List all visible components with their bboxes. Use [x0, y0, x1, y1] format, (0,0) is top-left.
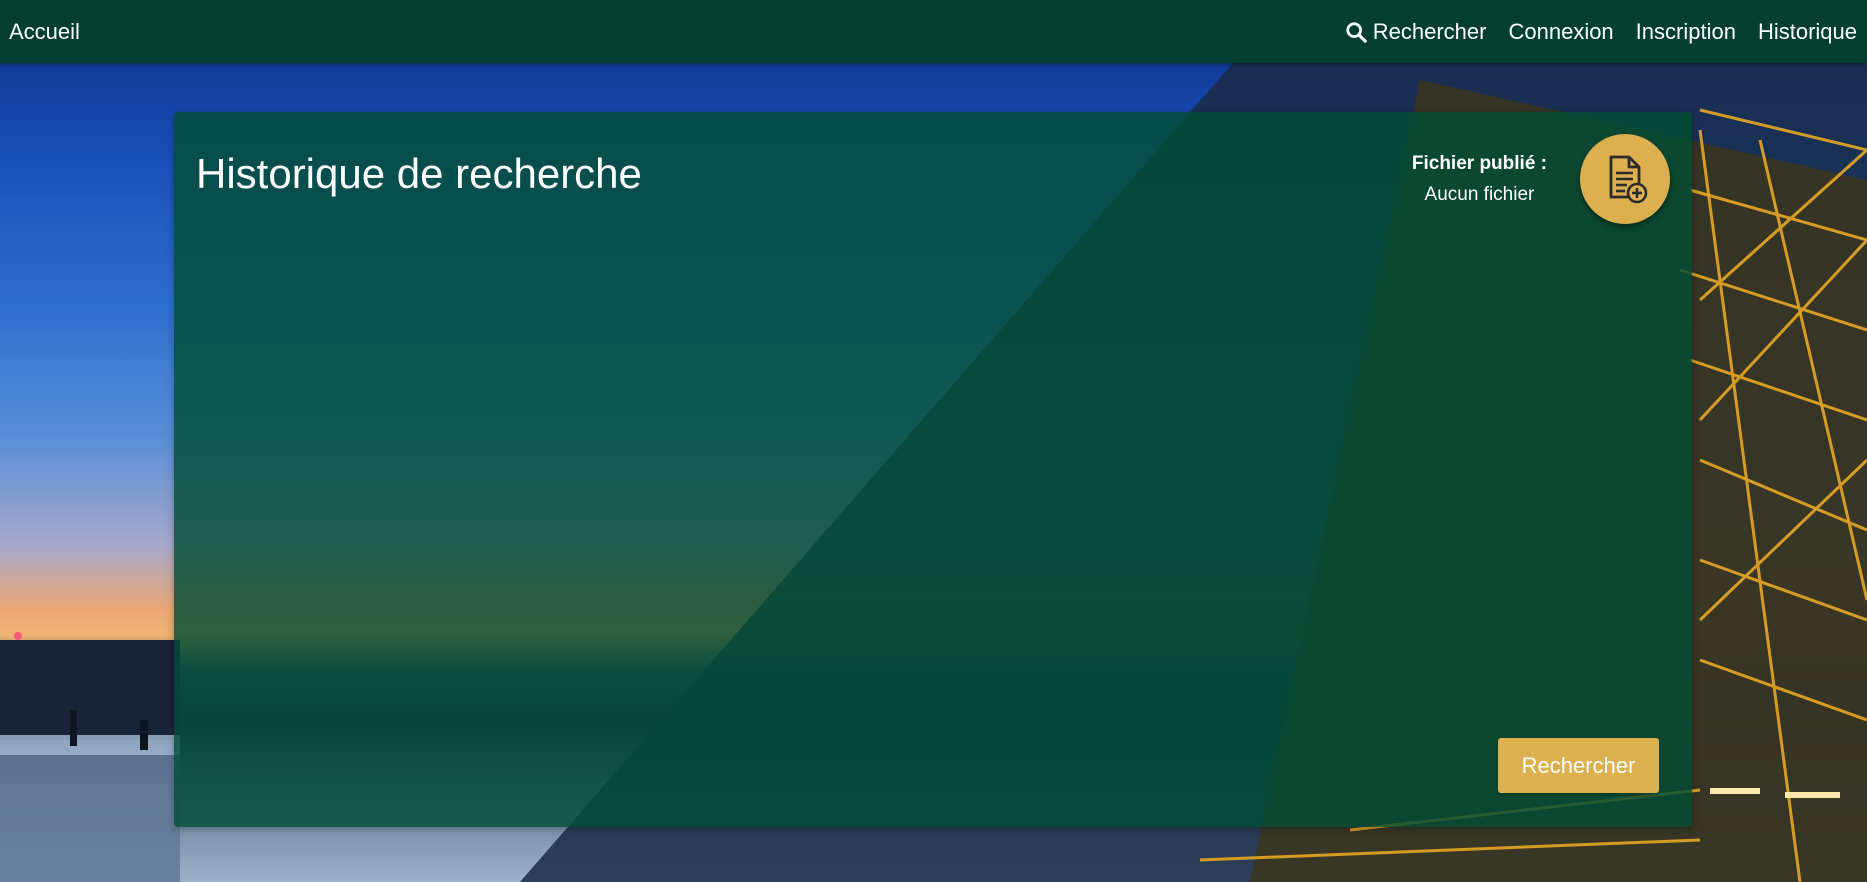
nav-history-link[interactable]: Historique	[1758, 19, 1857, 45]
upload-file-button[interactable]	[1580, 134, 1670, 224]
published-file-label: Fichier publié :	[1411, 153, 1547, 174]
nav-signup-link[interactable]: Inscription	[1636, 19, 1736, 45]
nav-login-link[interactable]: Connexion	[1508, 19, 1613, 45]
document-add-icon	[1609, 155, 1648, 204]
published-file-value: Aucun fichier	[1424, 184, 1535, 205]
search-button[interactable]: Rechercher	[1498, 738, 1659, 793]
nav-home-link[interactable]: Accueil	[9, 19, 80, 45]
page-title: Historique de recherche	[196, 150, 642, 197]
top-navbar: Accueil Rechercher Connexion Inscription…	[0, 0, 1867, 63]
published-file-info: Fichier publié : Aucun fichier	[1412, 153, 1547, 206]
search-icon	[1346, 21, 1367, 43]
nav-right-group: Rechercher Connexion Inscription Histori…	[1345, 19, 1857, 45]
history-panel: Historique de recherche Fichier publié :…	[174, 112, 1692, 827]
nav-search-label: Rechercher	[1372, 18, 1487, 44]
nav-search-link[interactable]: Rechercher	[1345, 18, 1487, 45]
